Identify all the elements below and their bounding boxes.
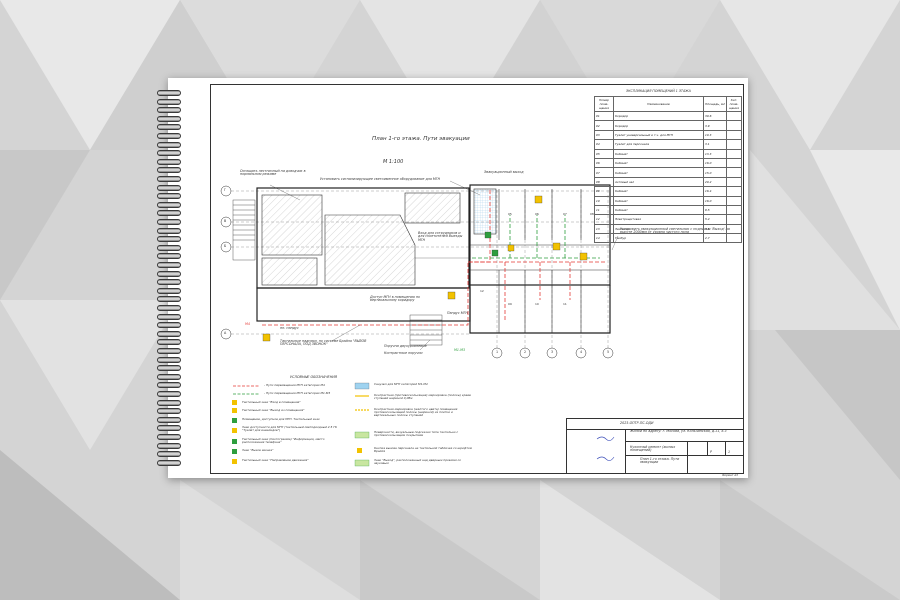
legend-item: Контрастная маркировка (желтого цвета) п… [374, 407, 458, 417]
legend-item: Поверхности, визуальные подсказки типа т… [374, 430, 459, 437]
legend-item: Тактильный знак (пиктограмма) "Информаци… [242, 437, 325, 444]
stamp-address: Жилой по адресу: г. Москва, ул. Кольчинс… [630, 429, 727, 433]
legend-item: Тактильный знак "Вход в помещение" [242, 400, 301, 404]
legend-item: - Пути перемещения МГН категории М4 [264, 383, 325, 387]
legend-item: Контрастная (противоскользящая) маркиров… [374, 393, 471, 400]
legend-item: Знак доступности для МГН (тактильный све… [242, 425, 337, 432]
legend-item: Знак "Выход", расположенный над дверным … [374, 458, 461, 465]
stamp-section: Кухонный ремонт (жилых помещений) [630, 445, 676, 453]
stamp-code: 2023-ОПТР-ПС-ОДИ [620, 421, 654, 425]
legend-swatches [232, 382, 370, 467]
legend-item: Тактильный знак "Направление движения" [242, 458, 309, 462]
stamp-stage: Р [710, 450, 712, 454]
legend-item: Знак "Вызов звонка" [242, 448, 274, 452]
legend-item: Санузел для МГН категорий М1-М4 [374, 382, 428, 386]
stamp-format: Формат А3 [722, 473, 738, 477]
signature-marks [596, 436, 615, 461]
legend-item: Кнопка вызова персонала на тактильной та… [374, 446, 472, 453]
legend-item: - Пути перемещения МГН категории М1-М3 [264, 391, 331, 395]
stamp-sheet: 1 [728, 450, 731, 454]
stamp-drawing: План 1-го этажа. Пути эвакуации [640, 457, 680, 465]
legend-item: Помещение, доступное для МГН. Тактильный… [242, 417, 320, 421]
legend-item: Тактильный знак "Выход из помещения" [242, 408, 305, 412]
